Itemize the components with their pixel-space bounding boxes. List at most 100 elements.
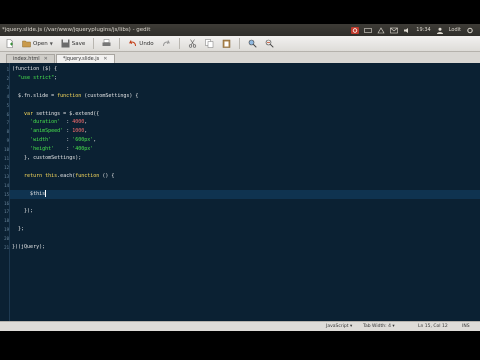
line-number: 11 [4,156,9,161]
code-line[interactable]: 'height' : '400px' [12,145,93,154]
code-token: (customSettings) { [81,92,139,99]
redo-button[interactable] [160,37,173,50]
code-editor[interactable]: 1 2 3 4 5 6 7 8 9 10 11 12 13 14 15 16 17 18 19 20 21 (funct… [0,63,480,321]
close-icon[interactable]: ✕ [103,56,107,62]
line-number: 1 [6,67,9,72]
volume-icon[interactable] [403,27,411,34]
user-icon [436,27,443,34]
line-number: 16 [4,200,9,206]
code-token: () { [99,172,115,179]
code-line[interactable]: return this.each(function () { [12,172,114,181]
code-token: var [24,110,34,117]
code-line[interactable]: $this [12,189,47,199]
system-tray: 19:34 Lodit [351,24,474,36]
line-number: 10 [4,147,9,153]
code-token: : [54,146,73,153]
new-document-icon [6,39,13,48]
gedit-window: *jquery.slide.js (/var/www/jqueryplugins… [0,0,480,360]
new-button[interactable] [3,37,16,50]
code-line[interactable]: }; [12,225,24,234]
code-token: 1000 [72,128,85,135]
tab-index-html[interactable]: index.html ✕ [6,54,55,63]
code-line[interactable]: 'animSpeed' : 1000, [12,127,87,136]
tab-width-selector[interactable]: Tab Width: 4 ▾ [363,322,395,331]
save-button[interactable]: Save [59,37,88,50]
line-number: 4 [6,93,9,99]
line-number: 3 [6,84,9,90]
paste-icon [222,39,230,48]
open-label: Open [33,40,48,47]
copy-button[interactable] [203,37,216,50]
code-token: , [84,128,88,135]
document-tabs: index.html ✕ *jquery.slide.js ✕ [0,52,480,63]
paste-button[interactable] [220,37,233,50]
code-token: this [45,172,58,179]
network-icon[interactable] [377,26,385,34]
gear-icon[interactable] [466,27,474,34]
toolbar-separator [178,38,180,49]
line-number: 19 [4,227,9,233]
tab-label: index.html [13,56,40,62]
code-line[interactable]: }, customSettings); [12,154,81,163]
line-number: 8 [6,129,9,135]
code-line[interactable]: (function ($) { [12,65,57,74]
keyboard-icon[interactable] [364,27,373,34]
code-token: function [57,92,82,99]
power-icon[interactable] [351,26,360,34]
line-number-gutter: 1 2 3 4 5 6 7 8 9 10 11 12 13 14 15 16 17 18 19 20 21 [0,63,10,321]
save-label: Save [71,40,86,47]
text-caret [45,189,47,197]
print-button[interactable] [100,37,113,50]
code-token: }, customSettings); [12,155,82,161]
mail-icon[interactable] [390,27,399,34]
window-title: *jquery.slide.js (/var/www/jqueryplugins… [2,27,151,33]
find-button[interactable] [246,37,259,50]
line-number: 13 [4,173,9,179]
line-number: 18 [4,218,9,224]
replace-button[interactable] [263,37,276,50]
save-icon [61,39,70,48]
tab-jquery-slide-js[interactable]: *jquery.slide.js ✕ [55,54,115,63]
user-name[interactable]: Lodit [449,24,461,36]
code-line[interactable]: $.fn.slide = function (customSettings) { [12,92,138,101]
code-line[interactable]: "use strict"; [12,74,57,83]
code-token: 'duration' [30,119,61,126]
code-line[interactable]: 'duration' : 4000, [12,118,87,127]
line-number: 2 [6,75,9,81]
clock[interactable]: 19:34 [416,24,430,36]
tab-label: *jquery.slide.js [62,56,100,62]
code-token: 'animSpeed' [30,128,64,135]
code-token: '600px' [72,137,94,144]
code-token: }; [12,226,25,233]
code-token: 'width' [30,137,52,144]
code-line[interactable]: 'width' : '600px', [12,136,96,145]
code-token: $this [12,190,46,197]
copy-icon [204,39,213,48]
line-number: 17 [4,209,9,215]
status-bar: JavaScript ▾ Tab Width: 4 ▾ Ln 15, Col 1… [0,321,480,331]
undo-button[interactable]: Undo [126,37,155,50]
code-token: .each( [57,172,76,179]
code-line[interactable]: })(jQuery); [12,243,45,252]
line-number: 15 [4,191,9,197]
current-line-highlight [0,189,480,199]
toolbar: Open ▼ Save Undo [0,36,480,52]
code-line[interactable]: var settings = $.extend({ [12,110,99,119]
scissors-icon [188,39,196,48]
language-selector[interactable]: JavaScript ▾ [326,322,352,331]
code-token: $.fn.slide = [12,92,58,99]
code-token: "use strict" [18,74,55,81]
code-token: (function ($) { [12,66,58,72]
chevron-down-icon[interactable]: ▼ [50,41,53,46]
print-icon [102,39,111,46]
cut-button[interactable] [186,37,199,50]
code-token: return [24,172,43,179]
open-button[interactable]: Open ▼ [20,37,55,50]
code-line[interactable]: }); [12,207,33,216]
code-token: 4000 [72,119,85,126]
redo-icon [162,40,170,47]
code-token: : [63,128,73,135]
close-icon[interactable]: ✕ [44,56,48,62]
